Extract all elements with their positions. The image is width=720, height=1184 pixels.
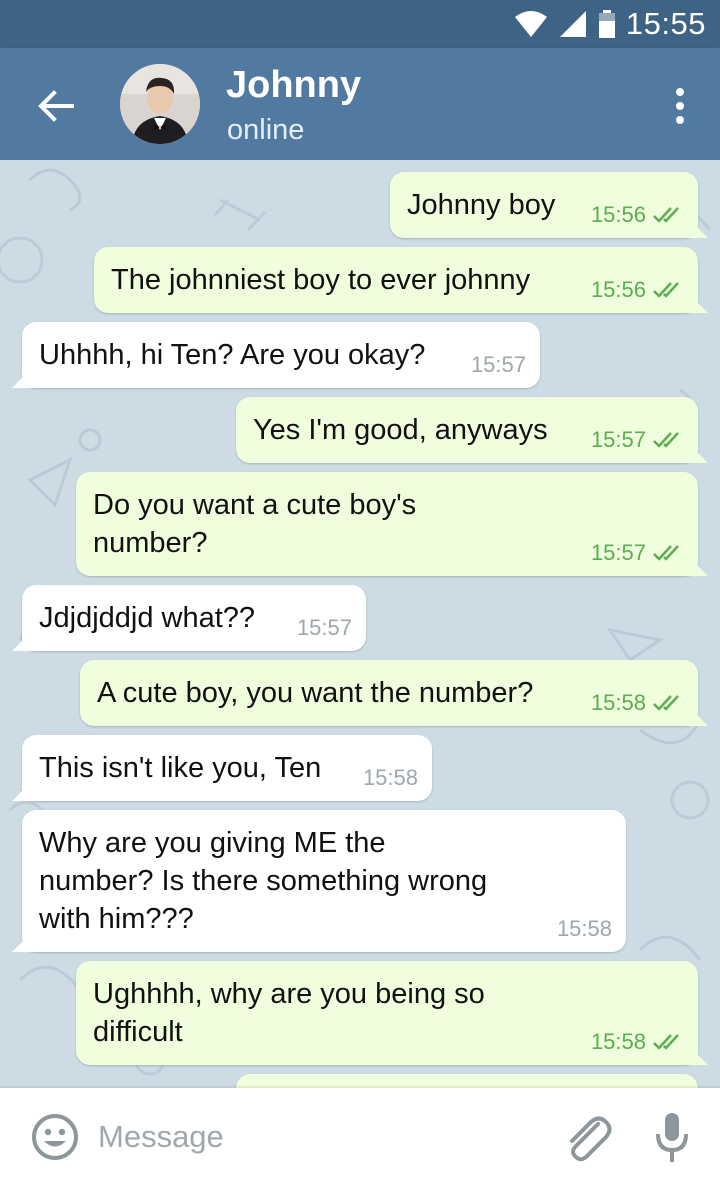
outgoing-message[interactable]: Do you want a cute boy's number? 15:57 [76,472,708,576]
message-input[interactable] [96,1106,530,1168]
message-time: 15:58 [590,690,646,715]
bubble-tail [12,779,34,801]
emoji-button[interactable] [30,1112,80,1162]
bubble-tail [12,366,34,388]
wifi-icon [514,11,547,37]
incoming-message[interactable]: Why are you giving ME the number? Is the… [12,810,626,952]
message-text: Why are you giving ME the number? Is the… [39,827,488,935]
mic-button[interactable] [650,1110,694,1166]
bubble-tail [686,554,708,576]
paperclip-icon [570,1116,612,1162]
message-time: 15:57 [590,427,646,452]
incoming-message[interactable]: This isn't like you, Ten 15:58 [12,735,432,801]
message-text: A cute boy, you want the number? [97,677,534,709]
menu-dot [676,102,684,110]
outgoing-message[interactable]: Ughhhh, why are you being so difficult 15… [76,961,708,1065]
message-text: This isn't like you, Ten [39,752,322,784]
bubble-tail [686,441,708,463]
bubble-tail [686,704,708,726]
bubble-tail [686,1043,708,1065]
contact-name[interactable]: Johnny [226,64,361,107]
message-time: 15:56 [590,277,646,302]
attach-button[interactable] [560,1110,614,1164]
contact-status: online [227,114,305,146]
message-meta: 15:57 [297,615,352,641]
message-time: 15:58 [590,1029,646,1054]
double-check-icon [653,695,679,711]
outgoing-message[interactable]: A cute boy, you want the number? 15:58 [80,660,708,726]
message-meta: 15:57 [591,540,684,566]
message-meta: 15:58 [363,765,418,791]
message-time: 15:57 [590,540,646,565]
incoming-message[interactable]: Jdjdjddjd what?? 15:57 [12,585,366,651]
bubble-tail [12,930,34,952]
signal-icon [559,11,586,37]
outgoing-message[interactable]: Johnny boy 15:56 [390,172,708,238]
double-check-icon [653,1034,679,1050]
message-meta: 15:56 [591,277,684,303]
menu-dot [676,116,684,124]
message-time: 15:57 [470,352,526,377]
message-text: Jdjdjddjd what?? [39,602,256,634]
double-check-icon [653,545,679,561]
status-time: 15:55 [625,6,706,41]
message-meta: 15:58 [591,1029,684,1055]
message-meta: 15:57 [591,427,684,453]
message-text: Uhhhh, hi Ten? Are you okay? [39,339,426,371]
message-time: 15:58 [362,765,418,790]
contact-photo [120,64,200,144]
incoming-message[interactable]: Uhhhh, hi Ten? Are you okay? 15:57 [12,322,540,388]
message-text: Yes I'm good, anyways [253,414,548,446]
battery-icon [598,10,615,38]
bubble-tail [12,629,34,651]
avatar[interactable] [120,64,200,144]
message-text: Johnny boy [407,189,556,221]
status-bar: 15:55 [0,0,720,48]
chat-header: Johnny online [0,48,720,160]
composer-bar [0,1088,720,1184]
back-button[interactable] [28,78,84,134]
message-meta: 15:57 [471,352,526,378]
message-time: 15:56 [590,202,646,227]
smile-icon [32,1114,78,1160]
outgoing-message-partial[interactable] [236,1074,698,1088]
message-meta: 15:56 [591,202,684,228]
message-meta: 15:58 [591,690,684,716]
microphone-icon [656,1113,688,1162]
message-text: Ughhhh, why are you being so difficult [93,978,485,1048]
message-list[interactable]: Johnny boy 15:56 The johnniest boy to ever… [0,160,720,1088]
arrow-left-icon [38,90,74,122]
message-time: 15:57 [296,615,352,640]
double-check-icon [653,432,679,448]
outgoing-message[interactable]: The johnniest boy to ever johnny 15:56 [94,247,708,313]
message-text: Do you want a cute boy's number? [93,489,417,559]
bubble-tail [686,291,708,313]
double-check-icon [653,207,679,223]
message-text: The johnniest boy to ever johnny [111,264,531,296]
outgoing-message[interactable]: Yes I'm good, anyways 15:57 [236,397,708,463]
message-time: 15:58 [556,916,612,941]
double-check-icon [653,282,679,298]
bubble-tail [686,216,708,238]
more-menu-button[interactable] [658,78,702,134]
more-vertical-icon [676,88,684,96]
message-meta: 15:58 [557,916,612,942]
